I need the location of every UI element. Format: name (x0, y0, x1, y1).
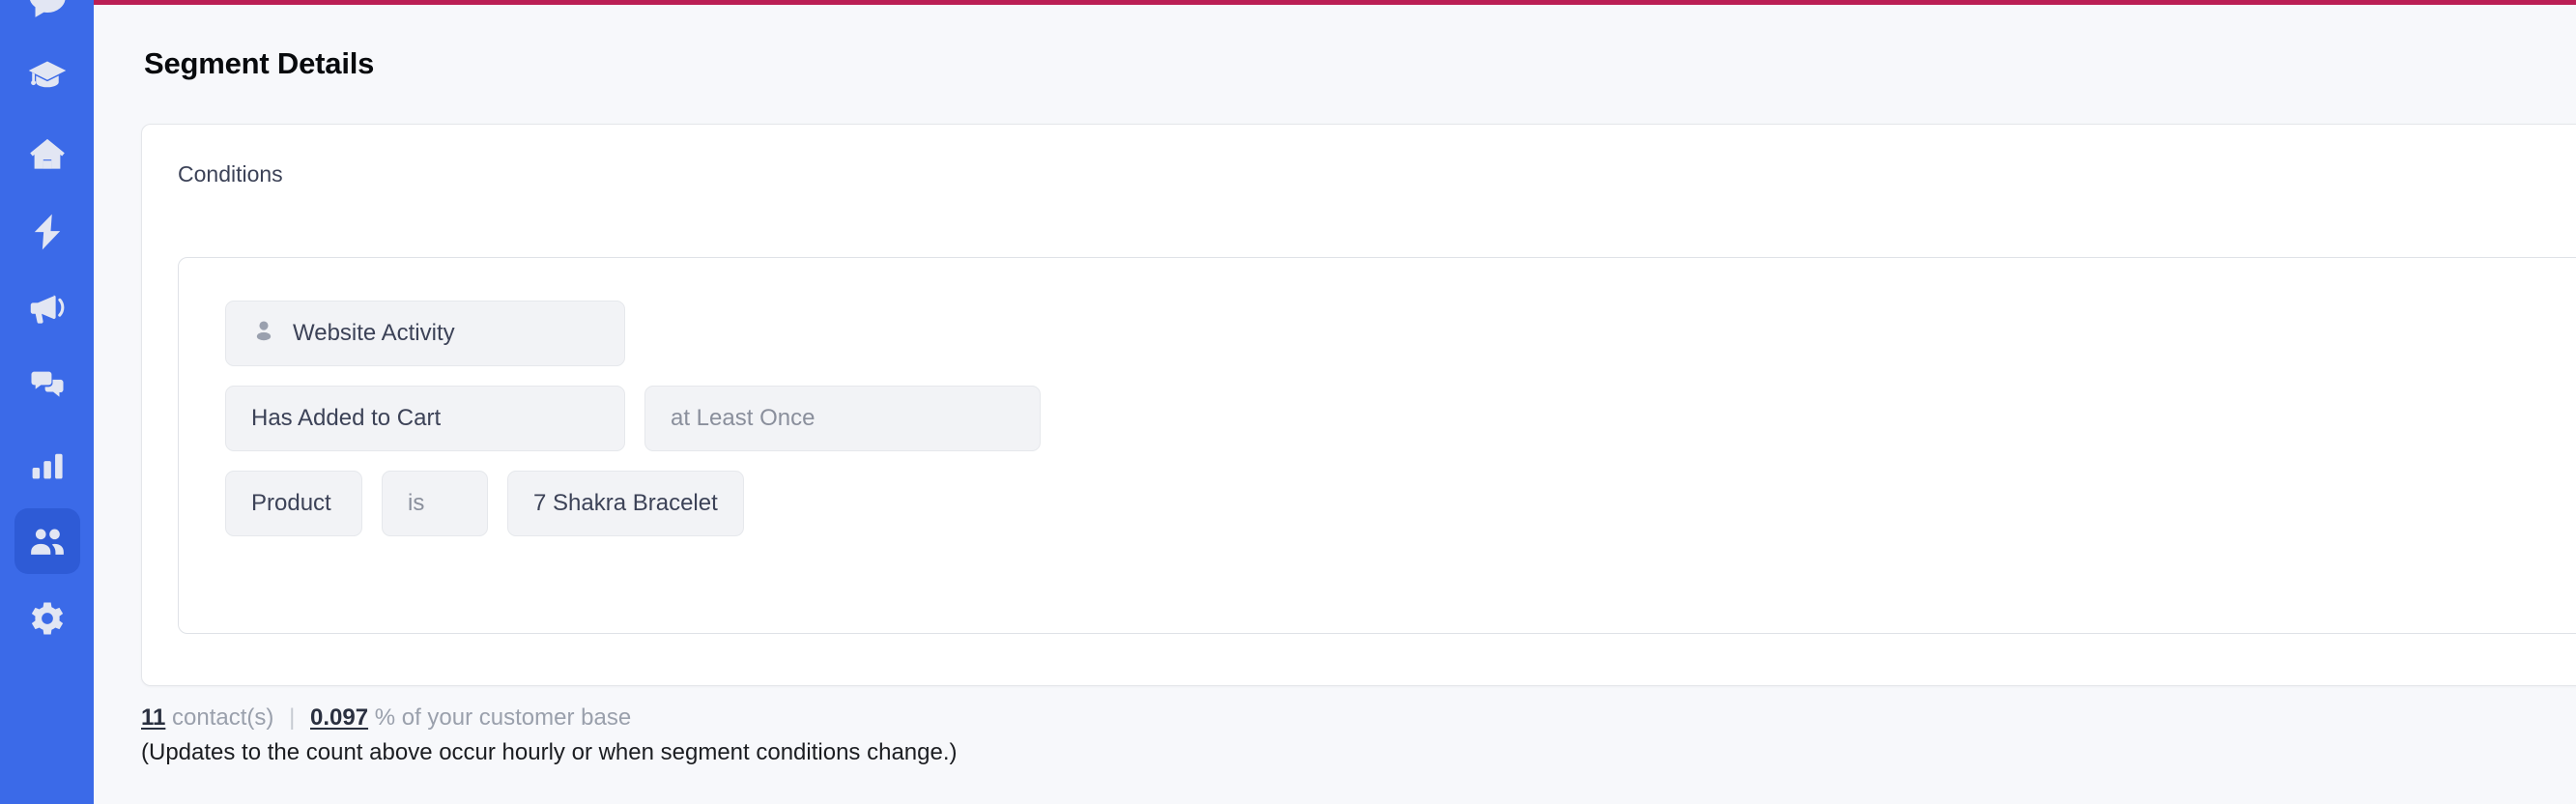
customer-base-percent[interactable]: 0.097 (310, 704, 368, 731)
segment-size-summary: 11 contact(s) | 0.097 % of your customer… (141, 704, 958, 768)
sidebar-item-contacts[interactable] (14, 508, 80, 574)
condition-operator-label: is (408, 490, 425, 516)
condition-row: Product is 7 Shakra Bracelet (225, 471, 1041, 536)
chat-bubble-icon (26, 0, 69, 21)
person-icon (251, 318, 276, 350)
conditions-label: Conditions (178, 161, 283, 187)
segment-conditions-card: Conditions Website Activity Has Added to… (141, 124, 2576, 686)
contact-count-suffix: contact(s) (172, 704, 274, 731)
conversations-icon (26, 365, 69, 408)
customer-base-percent-suffix: % of your customer base (374, 704, 632, 731)
condition-field-chip[interactable]: Product (225, 471, 362, 536)
condition-attribute-label: Website Activity (293, 320, 455, 346)
sidebar-item-conversations[interactable] (14, 354, 80, 419)
condition-attribute-chip[interactable]: Website Activity (225, 301, 625, 366)
megaphone-icon (26, 288, 69, 330)
condition-row: Has Added to Cart at Least Once (225, 386, 1041, 451)
sidebar-item-campaigns[interactable] (14, 276, 80, 342)
sidebar-item-home[interactable] (14, 122, 80, 187)
contacts-people-icon (26, 520, 69, 562)
contact-count[interactable]: 11 (141, 704, 165, 731)
main-content: Segment Details Conditions Website Activ… (94, 0, 2576, 804)
sidebar-item-automation[interactable] (14, 199, 80, 265)
primary-sidebar (0, 0, 94, 804)
segment-size-line: 11 contact(s) | 0.097 % of your customer… (141, 704, 958, 732)
condition-frequency-chip[interactable]: at Least Once (644, 386, 1041, 451)
home-icon (26, 133, 69, 176)
sidebar-item-reports[interactable] (14, 431, 80, 497)
gear-icon (26, 597, 69, 640)
summary-separator: | (289, 704, 296, 731)
condition-rows: Website Activity Has Added to Cart at Le… (225, 301, 1041, 536)
accent-top-rule (94, 0, 2576, 5)
sidebar-item-settings[interactable] (14, 586, 80, 651)
sidebar-item-chat[interactable] (14, 0, 80, 33)
condition-row: Website Activity (225, 301, 1041, 366)
condition-value-chip[interactable]: 7 Shakra Bracelet (507, 471, 744, 536)
condition-operator-chip[interactable]: is (382, 471, 488, 536)
lightning-bolt-icon (26, 211, 69, 253)
condition-group: Website Activity Has Added to Cart at Le… (178, 257, 2576, 634)
segment-details-screen: Segment Details Conditions Website Activ… (0, 0, 2576, 804)
graduation-cap-icon (26, 56, 69, 99)
condition-event-chip[interactable]: Has Added to Cart (225, 386, 625, 451)
segment-update-note: (Updates to the count above occur hourly… (141, 739, 958, 765)
page-title: Segment Details (144, 46, 375, 80)
condition-value-label: 7 Shakra Bracelet (533, 490, 718, 516)
condition-frequency-label: at Least Once (671, 405, 816, 431)
condition-field-label: Product (251, 490, 331, 516)
sidebar-item-academy[interactable] (14, 44, 80, 110)
condition-event-label: Has Added to Cart (251, 405, 442, 431)
bar-chart-icon (26, 443, 69, 485)
